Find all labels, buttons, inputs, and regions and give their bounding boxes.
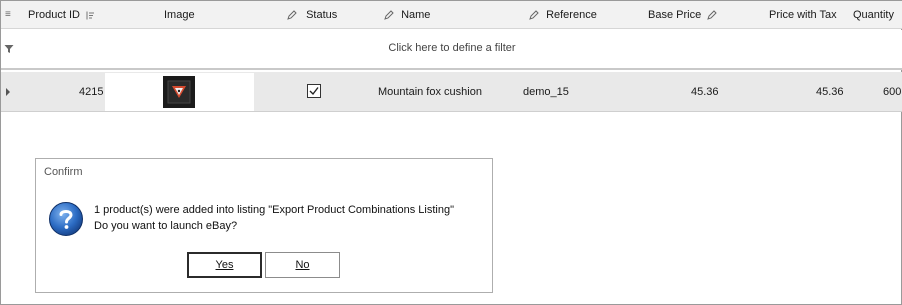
cell-name[interactable]: Mountain fox cushion: [378, 72, 482, 112]
sort-icon: [86, 11, 95, 20]
filter-divider: [1, 68, 902, 70]
filter-row[interactable]: Click here to define a filter: [1, 30, 902, 68]
column-header-quantity[interactable]: Quantity: [853, 1, 894, 29]
status-checkbox[interactable]: [307, 84, 321, 98]
filter-prompt[interactable]: Click here to define a filter: [1, 42, 902, 54]
pencil-icon: [384, 10, 394, 20]
no-button[interactable]: No: [265, 252, 340, 278]
yes-button[interactable]: Yes: [187, 252, 262, 278]
column-header-name[interactable]: Name: [384, 1, 430, 29]
column-header-base-price[interactable]: Base Price: [648, 1, 717, 29]
column-label: Status: [306, 9, 338, 21]
dialog-title: Confirm: [44, 166, 83, 178]
column-label: Product ID: [28, 9, 80, 21]
pencil-icon: [707, 10, 717, 20]
cell-quantity[interactable]: 600: [883, 72, 901, 112]
column-label: Quantity: [853, 9, 894, 21]
column-header-status[interactable]: Status: [287, 1, 337, 29]
cell-base-price[interactable]: 45.36: [691, 72, 719, 112]
column-header-reference[interactable]: Reference: [529, 1, 597, 29]
column-label: Reference: [546, 9, 597, 21]
checkmark-icon: [309, 87, 319, 96]
column-label: Image: [164, 9, 195, 21]
dialog-message-line-2: Do you want to launch eBay?: [94, 220, 238, 232]
column-header-price-with-tax[interactable]: Price with Tax: [769, 1, 837, 29]
column-label: Price with Tax: [769, 9, 837, 21]
cell-reference[interactable]: demo_15: [523, 72, 569, 112]
question-icon: [49, 202, 83, 236]
dialog-message-line-1: 1 product(s) were added into listing "Ex…: [94, 204, 454, 216]
grid-header: ≡ Product ID Image Status Name Reference…: [1, 1, 902, 29]
cell-product-id[interactable]: 4215: [79, 72, 103, 112]
column-label: Name: [401, 9, 431, 21]
cell-price-with-tax[interactable]: 45.36: [816, 72, 844, 112]
pencil-icon: [287, 10, 297, 20]
table-row[interactable]: 4215 Mountain fox cushion demo_15 45.36 …: [1, 72, 902, 112]
pencil-icon: [529, 10, 539, 20]
column-header-image[interactable]: Image: [164, 1, 195, 29]
product-thumbnail: [163, 76, 195, 108]
row-menu-icon[interactable]: ≡: [5, 1, 15, 29]
row-indicator-icon: [6, 88, 10, 96]
column-header-product-id[interactable]: Product ID: [28, 1, 95, 29]
app-window: ≡ Product ID Image Status Name Reference…: [0, 0, 902, 305]
fox-cushion-image: [163, 76, 195, 108]
column-label: Base Price: [648, 9, 702, 21]
confirm-dialog: Confirm 1 product(s) were added into lis…: [35, 158, 493, 293]
